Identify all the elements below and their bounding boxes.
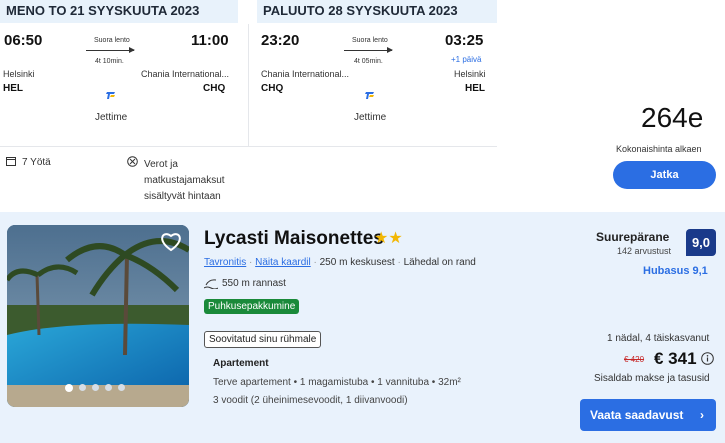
outbound-arr-code: CHQ	[203, 83, 226, 94]
outbound-arr-time: 11:00	[191, 32, 229, 49]
outbound-dep-code: HEL	[3, 83, 23, 94]
group-recommended-badge: Soovitatud sinu rühmale	[204, 331, 322, 348]
outbound-airline: Jettime	[95, 112, 128, 123]
return-next-day: +1 päivä	[451, 55, 482, 64]
beach-icon	[204, 279, 218, 289]
outbound-arrow-icon	[86, 47, 135, 53]
stay-info: 1 nädal, 4 täiskasvanut	[607, 333, 710, 344]
nights-label: 7 Yötä	[22, 157, 51, 168]
hotel-photo[interactable]	[7, 225, 189, 407]
carousel-dot[interactable]	[118, 384, 125, 391]
outbound-direct-label: Suora lento	[94, 37, 130, 44]
carousel-dot[interactable]	[92, 384, 99, 391]
leg-divider	[248, 24, 249, 146]
carousel-dot[interactable]	[79, 384, 86, 391]
taxes-line: matkustajamaksut	[144, 175, 225, 186]
return-arrow-icon	[344, 47, 393, 53]
no-fee-icon	[127, 156, 138, 167]
holiday-deal-badge: Puhkusepakkumine	[204, 299, 300, 314]
total-price: 264e	[641, 102, 704, 133]
return-arr-code: HEL	[465, 83, 485, 94]
show-map-link[interactable]: Näita kaardil	[255, 257, 311, 268]
info-icon[interactable]	[701, 352, 714, 365]
star-rating-icon: ★★	[374, 230, 403, 247]
return-dep-code: CHQ	[261, 83, 284, 94]
carousel-dot[interactable]	[65, 384, 73, 392]
location-link[interactable]: Tavronitis	[204, 257, 246, 268]
continue-button[interactable]: Jatka	[613, 161, 716, 189]
center-distance: 250 m keskusest	[319, 257, 395, 268]
review-count[interactable]: 142 arvustust	[617, 246, 671, 256]
chevron-right-icon: ›	[700, 408, 704, 422]
taxes-info: Verot ja matkustajamaksut sisältyvät hin…	[144, 157, 225, 205]
outbound-duration: 4t 10min.	[95, 58, 124, 65]
return-arr-time: 03:25	[445, 32, 484, 49]
outbound-dep-city: Helsinki	[3, 69, 35, 79]
calendar-icon	[6, 157, 16, 166]
rating-score-badge: 9,0	[686, 229, 716, 256]
view-availability-label: Vaata saadavust	[590, 408, 684, 422]
jettime-logo-icon	[365, 92, 374, 99]
room-type: Apartement	[213, 358, 269, 369]
hotel-photo-image	[7, 225, 189, 407]
divider	[0, 146, 497, 147]
return-header: PALUUTO 28 SYYSKUUTA 2023	[257, 0, 497, 23]
return-arr-city: Helsinki	[454, 69, 486, 79]
beach-distance: 550 m rannast	[222, 278, 286, 289]
price-label: Kokonaishinta alkaen	[616, 144, 702, 154]
beach-near: Lähedal on rand	[403, 257, 476, 268]
return-dep-city: Chania International...	[261, 69, 350, 79]
heart-favorite-icon[interactable]	[160, 232, 182, 252]
return-direct-label: Suora lento	[352, 37, 388, 44]
taxes-line: sisältyvät hintaan	[144, 191, 221, 202]
price-note: Sisaldab makse ja tasusid	[594, 373, 710, 384]
outbound-dep-time: 06:50	[4, 32, 43, 49]
hotel-price: € 341	[654, 349, 697, 368]
old-price: € 420	[624, 355, 645, 364]
return-duration: 4t 05min.	[354, 58, 383, 65]
cleanliness-score: Hubasus 9,1	[643, 265, 708, 277]
hotel-name[interactable]: Lycasti Maisonettes	[204, 228, 384, 250]
view-availability-button[interactable]: Vaata saadavust ›	[580, 399, 716, 431]
bed-configuration: 3 voodit (2 üheinimesevoodit, 1 diivanvo…	[213, 395, 408, 406]
room-description: Terve apartement • 1 magamistuba • 1 van…	[213, 377, 461, 388]
hotel-location-row: Tavronitis · Näita kaardil · 250 m kesku…	[204, 257, 476, 268]
outbound-arr-city: Chania International...	[141, 69, 230, 79]
return-airline: Jettime	[354, 112, 387, 123]
carousel-dot[interactable]	[105, 384, 112, 391]
photo-carousel-dots[interactable]	[65, 384, 125, 392]
jettime-logo-icon	[106, 92, 115, 99]
outbound-header: MENO TO 21 SYYSKUUTA 2023	[0, 0, 238, 23]
rating-word: Suurepärane	[596, 230, 670, 244]
taxes-line: Verot ja	[144, 159, 178, 170]
return-dep-time: 23:20	[261, 32, 300, 49]
